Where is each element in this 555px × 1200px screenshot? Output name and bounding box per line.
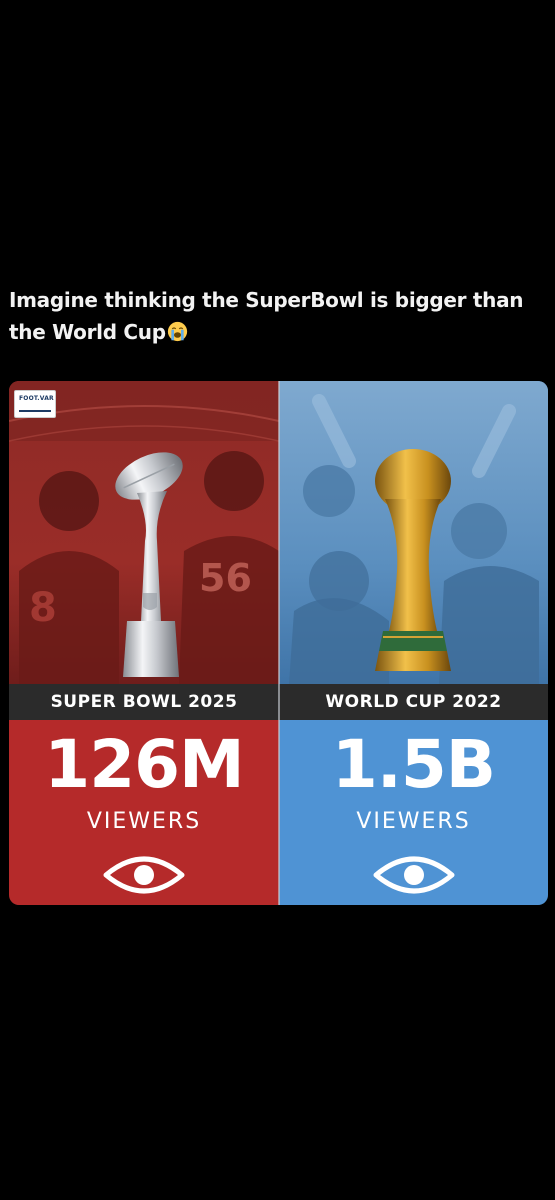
panel-divider (278, 381, 280, 905)
loudly-crying-face-emoji (167, 321, 187, 342)
super-bowl-photo: 8 56 (9, 381, 279, 684)
post-text-content: Imagine thinking the SuperBowl is bigger… (9, 288, 524, 344)
eye-icon (373, 856, 454, 894)
footvar-logo-text: FOOT.VAR (19, 395, 54, 402)
logo-bar (19, 410, 51, 412)
world-cup-viewers-value: 1.5B (331, 726, 496, 803)
svg-text:56: 56 (199, 556, 252, 600)
comparison-graphic: 8 56 FOOT.VAR SUPER BOWL 2025 126M VIEWE… (9, 381, 548, 905)
super-bowl-title: SUPER BOWL 2025 (9, 684, 279, 720)
world-cup-panel: WORLD CUP 2022 1.5B VIEWERS (279, 381, 548, 905)
post-text: Imagine thinking the SuperBowl is bigger… (9, 284, 549, 348)
footvar-logo: FOOT.VAR (14, 390, 56, 418)
super-bowl-viewers-value: 126M (44, 726, 244, 803)
world-cup-viewers-label: VIEWERS (356, 809, 471, 834)
super-bowl-viewers-label: VIEWERS (86, 809, 202, 834)
svg-text:8: 8 (29, 585, 57, 631)
eye-icon (103, 856, 185, 894)
world-cup-title: WORLD CUP 2022 (279, 684, 548, 720)
super-bowl-panel: 8 56 FOOT.VAR SUPER BOWL 2025 126M VIEWE… (9, 381, 279, 905)
world-cup-photo (279, 381, 548, 684)
